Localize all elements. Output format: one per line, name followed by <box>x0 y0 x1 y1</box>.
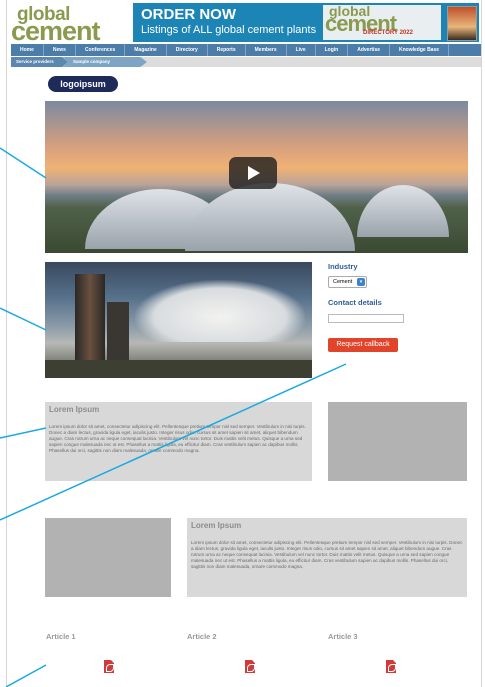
banner-subtitle: Listings of ALL global cement plants <box>141 24 317 36</box>
nav-item-members[interactable]: Members <box>246 44 287 56</box>
content-block-1-title: Lorem Ipsum <box>49 405 100 414</box>
photo-preheater-tower <box>75 274 105 369</box>
nav-item-directory[interactable]: Directory <box>167 44 208 56</box>
order-now-banner[interactable]: ORDER NOW Listings of ALL global cement … <box>133 3 479 42</box>
directory-logo: global cement DIRECTORY 2022 <box>323 3 441 40</box>
breadcrumb-sample-company[interactable]: Sample company <box>63 57 147 67</box>
global-cement-logo[interactable]: global cement <box>11 4 129 46</box>
content-block-1-body: Lorem ipsum dolor sit amet, consectetur … <box>49 424 306 453</box>
article-2-title[interactable]: Article 2 <box>187 632 217 641</box>
nav-item-advertise[interactable]: Advertise <box>348 44 391 56</box>
nav-item-reports[interactable]: Reports <box>208 44 246 56</box>
banner-title: ORDER NOW <box>141 6 236 23</box>
photo-ground <box>45 360 312 378</box>
pdf-icon[interactable] <box>386 660 396 673</box>
plant-photo <box>45 262 312 378</box>
content-block-2-title: Lorem Ipsum <box>191 521 242 530</box>
directory-cover-image <box>447 6 477 41</box>
content-block-1: Lorem Ipsum Lorem ipsum dolor sit amet, … <box>45 402 312 481</box>
image-placeholder-2 <box>45 518 171 597</box>
breadcrumb: Service providers Sample company <box>11 57 481 67</box>
request-callback-button[interactable]: Request callback <box>328 338 398 352</box>
article-1-title[interactable]: Article 1 <box>46 632 76 641</box>
image-placeholder-1 <box>328 402 467 481</box>
nav-item-news[interactable]: News <box>44 44 76 56</box>
pdf-icon[interactable] <box>104 660 114 673</box>
contact-details-field[interactable] <box>328 314 404 323</box>
content-block-2: Lorem Ipsum Lorem ipsum dolor sit amet, … <box>187 518 467 597</box>
chevron-down-icon: ▾ <box>357 278 365 286</box>
company-sidebar: Industry Cement ▾ Contact details Reques… <box>328 262 468 352</box>
photo-cloud <box>135 280 305 342</box>
company-logo: logoipsum <box>48 76 118 92</box>
nav-list: Home News Conferences Magazine Directory Repo… <box>11 44 481 56</box>
logo-line-2: cement <box>11 16 101 46</box>
nav-item-home[interactable]: Home <box>11 44 44 56</box>
directory-logo-year: DIRECTORY 2022 <box>363 30 413 36</box>
company-video[interactable] <box>45 101 468 253</box>
nav-item-magazine[interactable]: Magazine <box>125 44 167 56</box>
main-navigation: Home News Conferences Magazine Directory Repo… <box>11 44 481 56</box>
nav-item-knowledge-base[interactable]: Knowledge Base <box>390 44 450 56</box>
nav-item-live[interactable]: Live <box>287 44 316 56</box>
breadcrumb-service-providers[interactable]: Service providers <box>11 57 68 67</box>
industry-label: Industry <box>328 262 358 271</box>
content-block-2-body: Lorem ipsum dolor sit amet, consectetur … <box>191 540 463 569</box>
article-3-title[interactable]: Article 3 <box>328 632 358 641</box>
industry-select[interactable]: Cement ▾ <box>328 276 367 288</box>
site-header: global cement ORDER NOW Listings of ALL … <box>7 0 481 46</box>
photo-plant-building <box>107 302 129 368</box>
pdf-icon[interactable] <box>245 660 255 673</box>
contact-details-label: Contact details <box>328 298 382 307</box>
nav-item-login[interactable]: Login <box>316 44 349 56</box>
industry-select-value: Cement <box>333 279 353 285</box>
play-icon[interactable] <box>229 157 277 189</box>
nav-item-conferences[interactable]: Conferences <box>76 44 126 56</box>
